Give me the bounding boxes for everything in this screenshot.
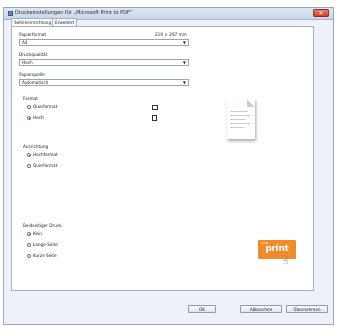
radio-label: Kein (33, 231, 42, 236)
close-button[interactable]: ✕ (313, 9, 329, 17)
two-sided-group-label: Beidseitiger Druck (23, 223, 62, 228)
two-sided-option-short-edge[interactable]: Kurze Seite (27, 252, 57, 259)
paper-source-label: Papierquelle (19, 72, 45, 77)
alignment-group-label: Ausrichtung (23, 144, 49, 149)
preview-text-line (230, 119, 246, 120)
paper-source-select[interactable]: Automatisch ▼ (19, 79, 189, 86)
preview-text-line (230, 127, 244, 128)
radio-selected[interactable] (27, 116, 31, 120)
cancel-button[interactable]: Abbrechen (240, 305, 282, 313)
landscape-page-icon (152, 105, 158, 110)
preview-text-line (230, 111, 248, 112)
paper-source-value: Automatisch (22, 80, 49, 85)
radio-label: Querformat (33, 104, 58, 109)
orientation-option-portrait[interactable]: Hoch (27, 114, 44, 121)
radio-unselected[interactable] (27, 254, 31, 258)
print-quality-select[interactable]: Hoch ▼ (19, 59, 189, 66)
alignment-option-landscape[interactable]: Querformat (27, 162, 57, 169)
radio-selected[interactable] (27, 232, 31, 236)
radio-selected[interactable] (27, 153, 31, 157)
hand-cursor-icon: ☝ (283, 257, 289, 267)
portrait-page-icon (152, 115, 157, 121)
chevron-down-icon: ▼ (182, 40, 186, 45)
radio-label: Kurze Seite (33, 253, 57, 258)
radio-label: Hochformat (33, 152, 58, 157)
print-quality-value: Hoch (22, 60, 33, 65)
orientation-group-label: Format (23, 96, 38, 101)
two-sided-option-long-edge[interactable]: Lange Seite (27, 241, 58, 248)
orientation-option-landscape[interactable]: Querformat (27, 103, 57, 110)
two-sided-option-none[interactable]: Kein (27, 230, 42, 237)
radio-label: Querformat (33, 163, 58, 168)
paper-size-dimensions: 210 × 297 mm (155, 32, 187, 37)
alignment-option-portrait[interactable]: Hochformat (27, 151, 58, 158)
radio-unselected[interactable] (27, 164, 31, 168)
preview-text-line (230, 123, 250, 124)
radio-unselected[interactable] (27, 243, 31, 247)
print-brand-text: print (265, 244, 289, 254)
radio-label: Hoch (33, 115, 44, 120)
tab-advanced[interactable]: Erweitert (52, 18, 78, 26)
paper-size-select[interactable]: A4 ▼ (19, 39, 189, 46)
radio-unselected[interactable] (27, 105, 31, 109)
chevron-down-icon: ▼ (182, 60, 186, 65)
page-fold-corner (247, 99, 255, 107)
paper-size-label: Papierformat (19, 32, 46, 37)
page-preview (227, 99, 255, 139)
radio-label: Lange Seite (33, 242, 58, 247)
print-brand-button[interactable]: smart print (258, 240, 296, 259)
apply-button[interactable]: Übernehmen (286, 305, 328, 313)
preview-text-line (230, 115, 250, 116)
window-title: Druckeinstellungen für „Microsoft Print … (15, 10, 133, 16)
print-quality-label: Druckqualität (19, 52, 48, 57)
chevron-down-icon: ▼ (182, 80, 186, 85)
paper-size-value: A4 (22, 40, 28, 45)
ok-button[interactable]: OK (188, 305, 216, 313)
printer-icon (8, 11, 13, 16)
print-brand-small-text: smart (261, 241, 269, 245)
